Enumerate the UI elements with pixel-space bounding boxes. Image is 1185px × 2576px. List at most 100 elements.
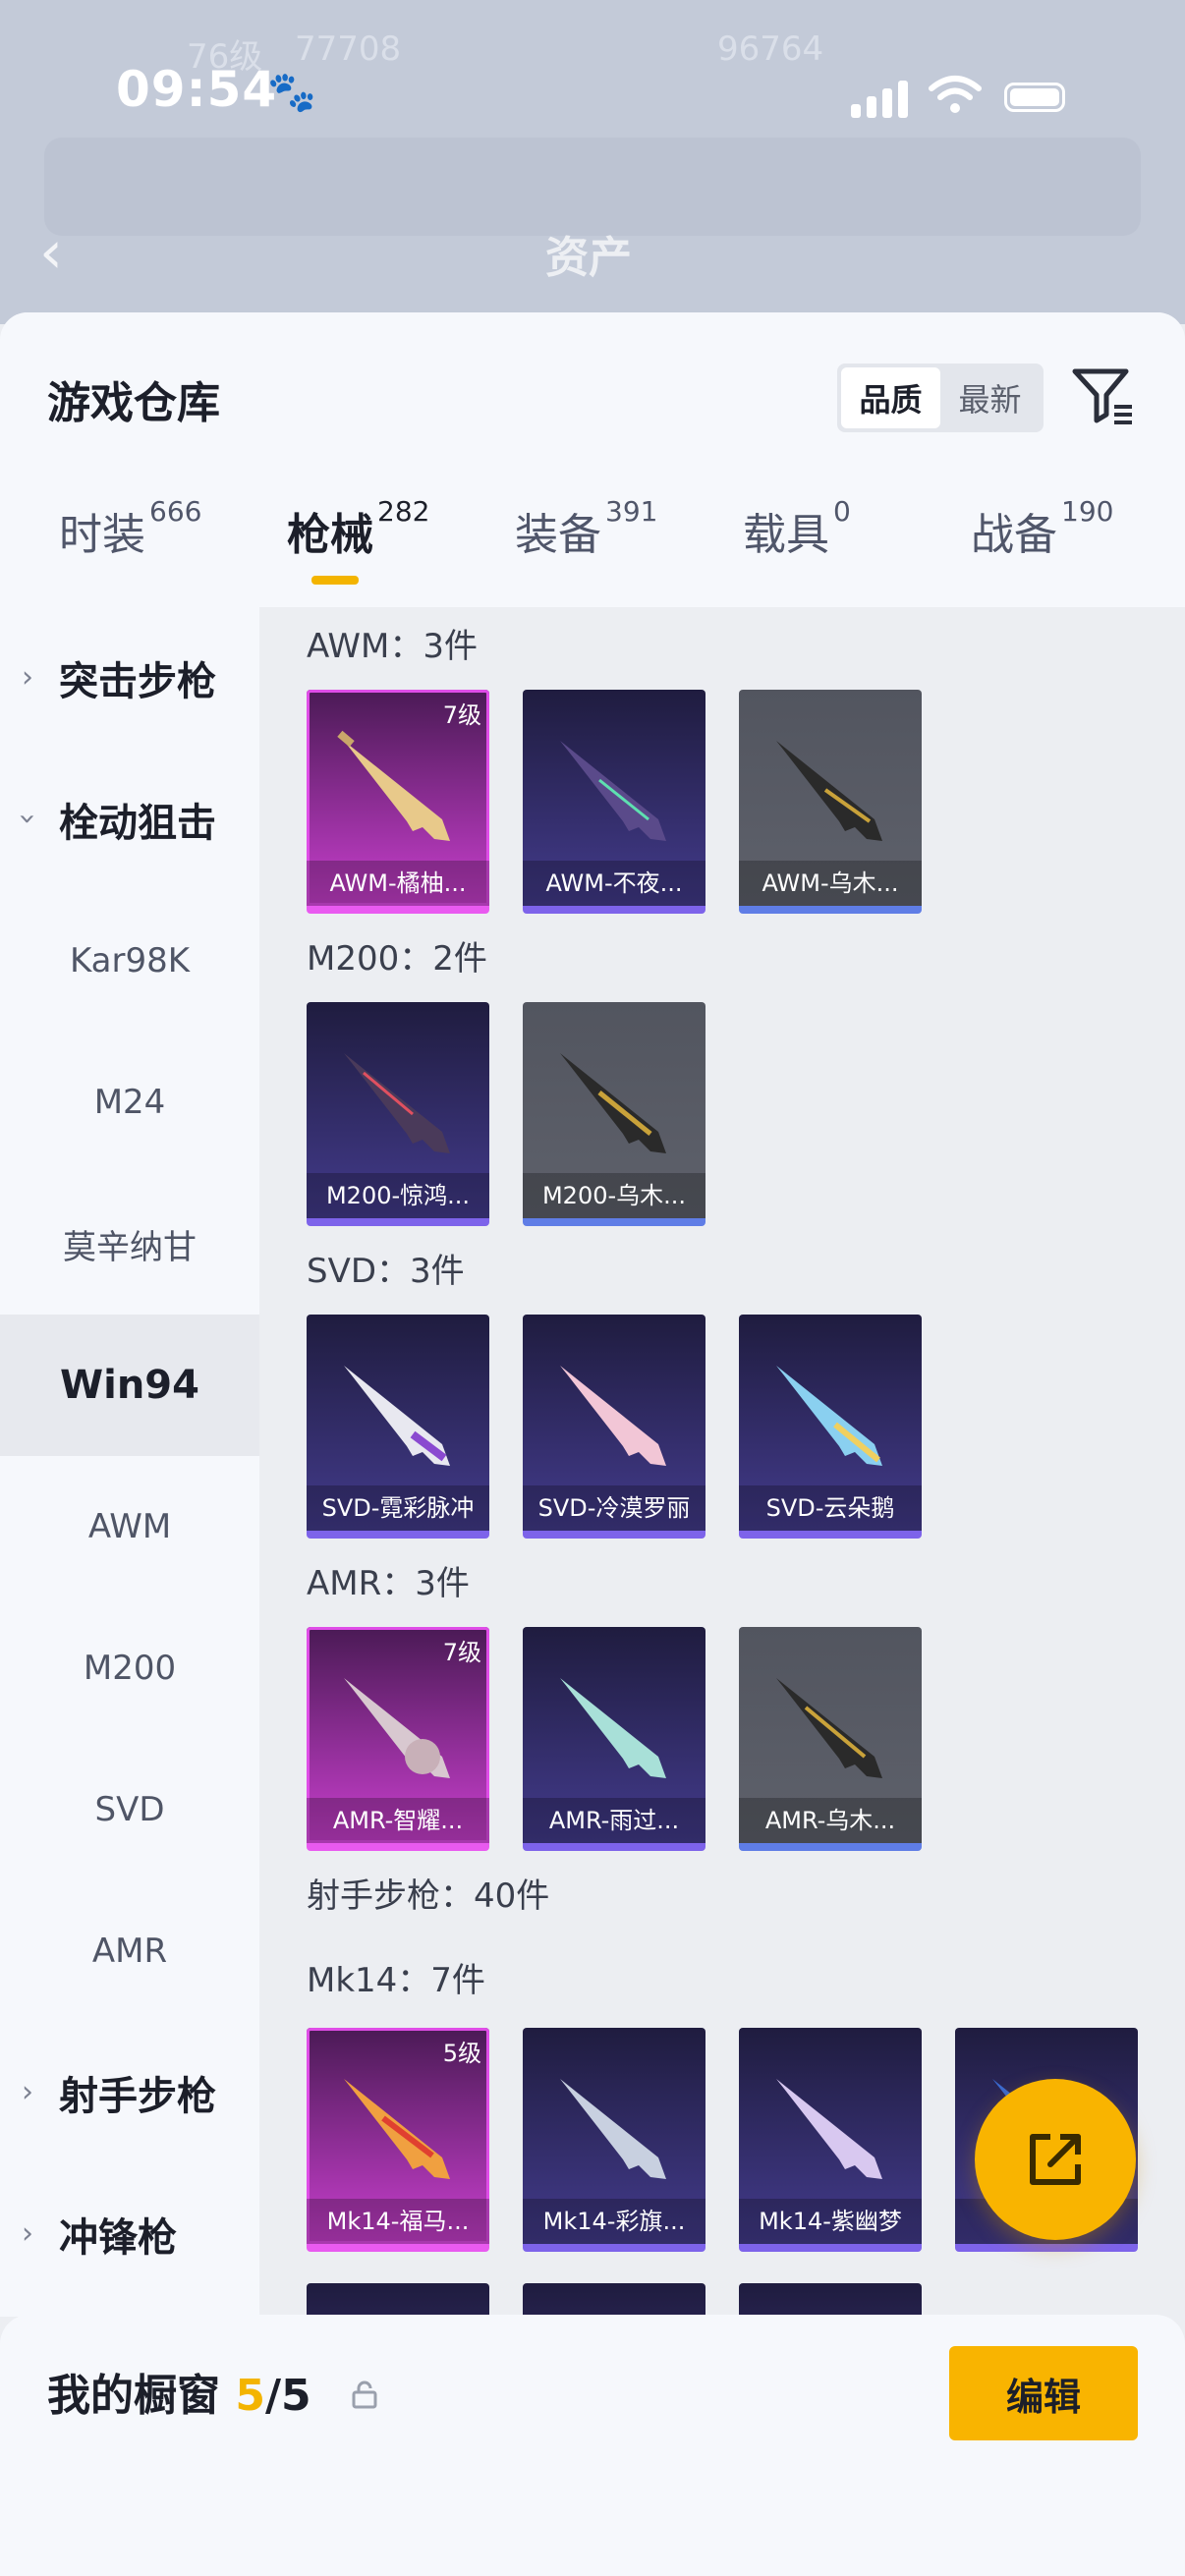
signal-icon [851, 79, 910, 118]
item-name: Mk14-紫幽梦 [739, 2199, 922, 2244]
item-card[interactable] [523, 2283, 705, 2317]
item-card[interactable]: AWM-不夜... [523, 690, 705, 914]
showcase-title: 我的橱窗 [47, 2371, 220, 2421]
item-name: M200-乌木... [523, 1173, 705, 1218]
item-card[interactable]: SVD-云朵鹅 [739, 1315, 922, 1539]
sidebar-item-amr[interactable]: AMR [0, 1880, 259, 2022]
sidebar-item-label: 莫辛纳甘 [63, 1227, 197, 1267]
edit-button[interactable]: 编辑 [949, 2346, 1138, 2440]
sidebar-item-awm[interactable]: AWM [0, 1456, 259, 1597]
item-grid: AWM：3件 7级 AWM-橘柚... AWM-不夜... AWM-乌木... … [259, 607, 1185, 2317]
sidebar-item-svd[interactable]: SVD [0, 1739, 259, 1880]
item-name: AMR-智耀... [307, 1798, 489, 1843]
group-title: Mk14：7件 [307, 1961, 485, 2000]
sidebar-item-win94[interactable]: Win94 [0, 1315, 259, 1456]
rifle-icon [560, 2079, 666, 2179]
sidebar-item-m200[interactable]: M200 [0, 1597, 259, 1739]
item-card[interactable] [739, 2283, 922, 2317]
sidebar-item-m24[interactable]: M24 [0, 1032, 259, 1173]
tab-vehicles[interactable]: 载具 0 [743, 495, 851, 597]
showcase-bar: 我的橱窗 5/5 编辑 [0, 2315, 1185, 2576]
group-title: AWM：3件 [307, 627, 478, 666]
item-card[interactable]: AWM-乌木... [739, 690, 922, 914]
item-card[interactable]: AMR-雨过... [523, 1627, 705, 1851]
tab-count: 190 [1061, 495, 1114, 528]
showcase-total: /5 [264, 2371, 311, 2421]
item-name: Mk14-彩旗... [523, 2199, 705, 2244]
ghost-text: 77708 [295, 29, 402, 69]
item-name: Mk14-福马... [307, 2199, 489, 2244]
item-card[interactable]: M200-惊鸿... [307, 1002, 489, 1226]
battery-icon [1004, 83, 1065, 112]
tab-equipment[interactable]: 装备 391 [515, 495, 657, 597]
external-link-icon [1030, 2134, 1081, 2185]
sort-latest-button[interactable]: 最新 [940, 367, 1040, 428]
sort-toggle: 品质 最新 [837, 364, 1044, 432]
rifle-icon [560, 741, 666, 841]
item-card[interactable]: Mk14-紫幽梦 [739, 2028, 922, 2252]
tab-fashion[interactable]: 时装 666 [59, 495, 201, 597]
sidebar-item-label: 射手步枪 [59, 2074, 216, 2119]
sidebar-item-label: Win94 [60, 1363, 199, 1408]
item-card[interactable]: AMR-乌木... [739, 1627, 922, 1851]
tab-count: 391 [605, 495, 658, 528]
group-title: 射手步枪：40件 [307, 1876, 550, 1916]
filter-icon[interactable] [1069, 362, 1136, 428]
ghost-stats-row [44, 138, 1141, 236]
sidebar-item-bolt-snipers[interactable]: › 栓动狙击 [0, 749, 259, 890]
status-time: 09:54 [116, 61, 278, 118]
item-name: AMR-雨过... [523, 1798, 705, 1843]
sort-quality-button[interactable]: 品质 [841, 367, 940, 428]
sidebar-item-mosin[interactable]: 莫辛纳甘 [0, 1173, 259, 1315]
rifle-icon [344, 1366, 450, 1466]
rifle-icon [776, 1678, 882, 1778]
paw-icon: 🐾 [267, 70, 316, 115]
tab-label: 战备 [971, 510, 1057, 560]
tab-label: 枪械 [287, 510, 373, 560]
weapon-type-sidebar: › 突击步枪 › 栓动狙击 Kar98K M24 莫辛纳甘 Win94 AWM … [0, 607, 259, 2317]
sidebar-item-assault-rifles[interactable]: › 突击步枪 [0, 607, 259, 749]
sidebar-item-marksman-rifles[interactable]: › 射手步枪 [0, 2022, 259, 2163]
item-level: 7级 [442, 701, 481, 729]
item-card[interactable]: 7级 AWM-橘柚... [307, 690, 489, 914]
sidebar-item-label: 冲锋枪 [59, 2215, 177, 2261]
tab-supplies[interactable]: 战备 190 [971, 495, 1113, 597]
category-tabs: 时装 666 枪械 282 装备 391 载具 0 战备 190 [0, 495, 1185, 597]
item-card[interactable] [307, 2283, 489, 2317]
panel-title: 游戏仓库 [47, 378, 220, 428]
rifle-icon [560, 1366, 666, 1466]
chevron-down-icon: › [10, 812, 45, 825]
warehouse-panel: 游戏仓库 品质 最新 时装 666 枪械 282 装备 391 载具 0 战备 … [0, 312, 1185, 2576]
back-button[interactable]: ‹ [39, 218, 63, 287]
item-card[interactable]: SVD-冷漠罗丽 [523, 1315, 705, 1539]
group-title: SVD：3件 [307, 1252, 465, 1291]
sidebar-item-label: 突击步枪 [59, 659, 216, 704]
item-name: AWM-不夜... [523, 861, 705, 906]
showcase-current: 5 [235, 2371, 265, 2421]
page-header-background: 76级 77708 96764 09:54 🐾 ‹ 资产 [0, 0, 1185, 324]
item-card[interactable]: 5级 Mk14-福马... [307, 2028, 489, 2252]
item-card[interactable]: Mk14-彩旗... [523, 2028, 705, 2252]
page-title: 资产 [545, 233, 632, 283]
rifle-icon [776, 741, 882, 841]
showcase-label: 我的橱窗 5/5 [47, 2360, 311, 2423]
item-name: AWM-乌木... [739, 861, 922, 906]
item-card[interactable]: 7级 AMR-智耀... [307, 1627, 489, 1851]
group-title: M200：2件 [307, 939, 487, 979]
active-tab-indicator [311, 576, 359, 585]
item-name: SVD-霓彩脉冲 [307, 1485, 489, 1531]
rifle-icon [560, 1678, 666, 1778]
ghost-text: 96764 [717, 29, 824, 69]
rifle-icon [344, 2079, 450, 2179]
share-button[interactable] [975, 2079, 1136, 2240]
tab-label: 时装 [59, 510, 145, 560]
tab-guns[interactable]: 枪械 282 [287, 495, 429, 597]
item-card[interactable]: SVD-霓彩脉冲 [307, 1315, 489, 1539]
tab-count: 0 [833, 495, 851, 528]
item-level: 7级 [442, 1639, 481, 1666]
group-title: AMR：3件 [307, 1564, 470, 1603]
tab-label: 载具 [743, 510, 829, 560]
sidebar-item-kar98k[interactable]: Kar98K [0, 890, 259, 1032]
sidebar-item-smgs[interactable]: › 冲锋枪 [0, 2163, 259, 2305]
item-card[interactable]: M200-乌木... [523, 1002, 705, 1226]
